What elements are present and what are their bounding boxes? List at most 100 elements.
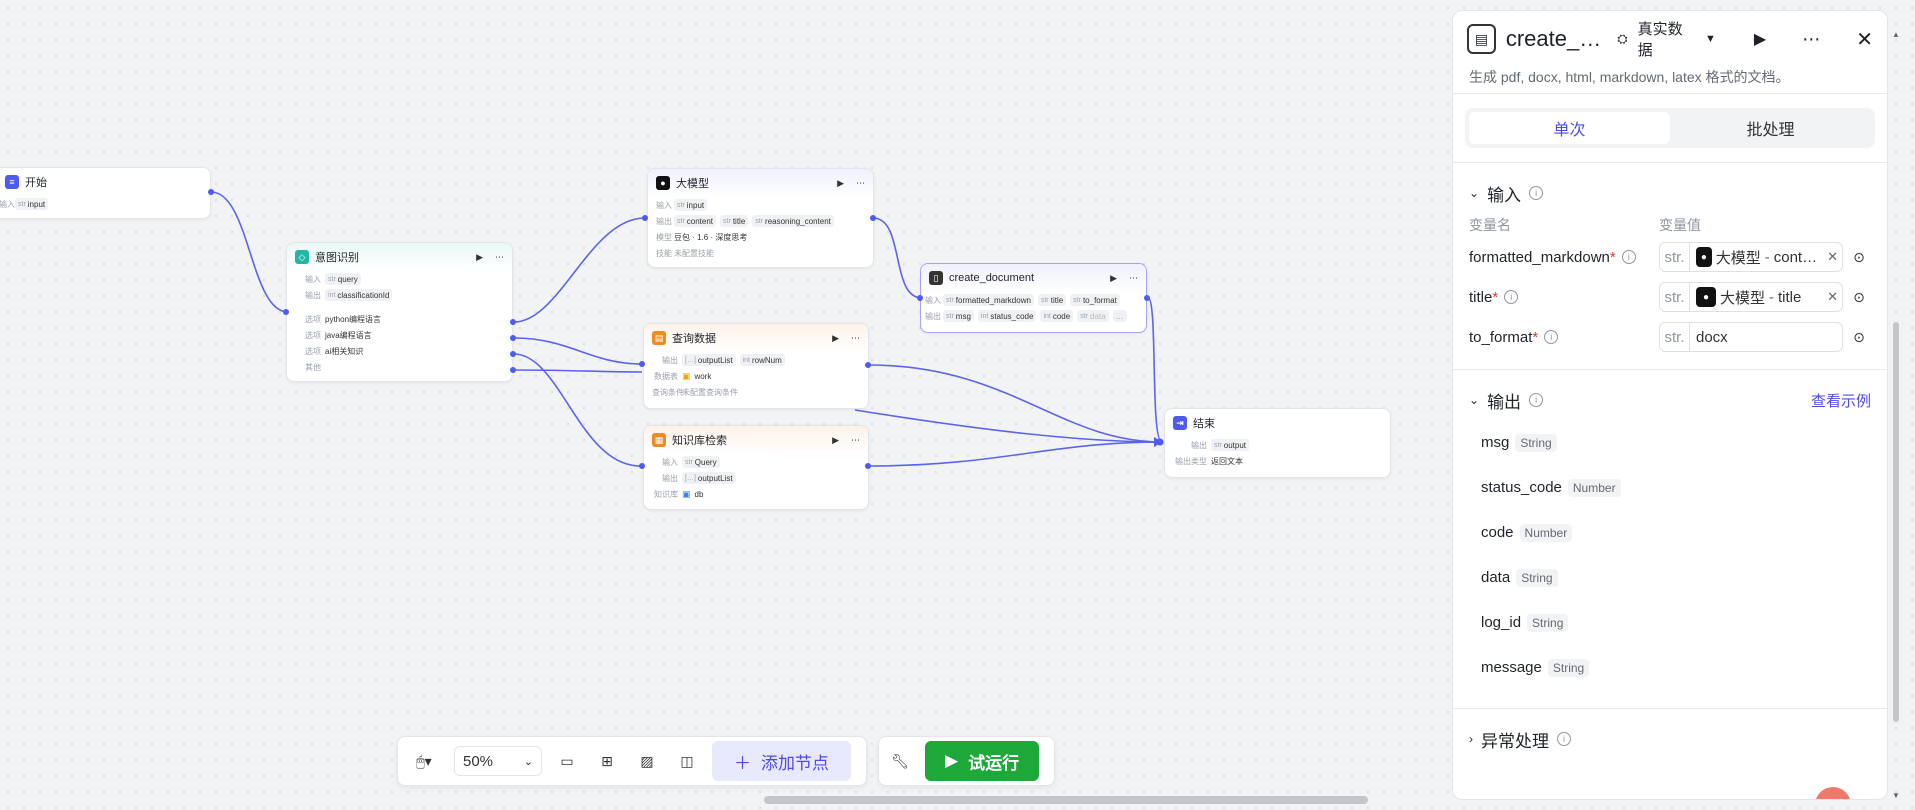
col-name: 变量名 <box>1469 217 1511 233</box>
output-type: String <box>1527 613 1569 632</box>
more-icon[interactable]: ⋯ <box>856 178 865 189</box>
play-icon: ▶ <box>945 751 959 770</box>
port-in[interactable] <box>639 463 645 469</box>
output-type: String <box>1515 433 1557 452</box>
tab-batch[interactable]: 批处理 <box>1670 112 1871 144</box>
error-section-header[interactable]: › 异常处理 i <box>1453 719 1887 759</box>
run-node-icon[interactable]: ▶ <box>832 333 839 344</box>
knowledge-icon: ▦ <box>652 433 666 447</box>
skill-value: 未配置技能 <box>674 248 714 258</box>
llm-icon: ● <box>656 176 670 190</box>
output-label: 输出 <box>1191 440 1207 450</box>
param-tag: str Query <box>682 456 720 468</box>
clear-icon[interactable]: ✕ <box>1823 289 1842 305</box>
run-node-icon[interactable]: ▶ <box>1110 273 1117 284</box>
var-value-field[interactable]: str. ● 大模型 - title ✕ <box>1659 282 1843 312</box>
more-icon[interactable]: ⋯ <box>495 252 504 263</box>
reference-chip[interactable]: ● 大模型 - cont… <box>1690 247 1823 268</box>
node-create-document[interactable]: ▯ create_document ▶ ⋯ 输入 str formatted_ma… <box>920 263 1147 333</box>
run-node-icon[interactable]: ▶ <box>832 435 839 446</box>
node-query[interactable]: ▤ 查询数据 ▶ ⋯ 输出 […] outputList int rowNum 数据… <box>643 323 869 409</box>
port-out[interactable] <box>510 367 516 373</box>
info-icon[interactable]: i <box>1504 290 1519 304</box>
port-in[interactable] <box>639 361 645 367</box>
canvas-horizontal-scrollbar[interactable] <box>764 796 1368 804</box>
run-node-icon[interactable]: ▶ <box>837 178 844 189</box>
view-example-link[interactable]: 查看示例 <box>1811 390 1871 411</box>
info-icon[interactable]: i <box>1529 393 1544 407</box>
panel-description: 生成 pdf, docx, html, markdown, latex 格式的文… <box>1469 69 1790 85</box>
port-in[interactable] <box>917 295 923 301</box>
info-icon[interactable]: i <box>1529 186 1544 200</box>
tab-single[interactable]: 单次 <box>1469 112 1670 144</box>
port-out[interactable] <box>510 351 516 357</box>
param-tag: str content <box>674 215 717 227</box>
output-name: log_id <box>1481 614 1522 631</box>
option-label: 选项 <box>305 314 321 324</box>
minimap-icon[interactable]: ◫ <box>672 746 702 776</box>
port-in[interactable] <box>642 215 648 221</box>
input-label: 输入 <box>0 199 15 209</box>
info-icon[interactable]: i <box>1621 250 1636 264</box>
target-icon[interactable]: ⊙ <box>1847 249 1871 266</box>
test-run-button[interactable]: ▶ 试运行 <box>925 741 1040 781</box>
input-row: title* i str. ● 大模型 - title ✕ ⊙ <box>1453 277 1887 317</box>
port-out[interactable] <box>510 335 516 341</box>
output-item: data String <box>1453 555 1887 600</box>
add-node-button[interactable]: ＋ 添加节点 <box>712 741 851 781</box>
info-icon[interactable]: i <box>1557 732 1571 746</box>
panel-scrollbar[interactable]: ▲ ▼ <box>1891 30 1901 800</box>
var-value-field[interactable]: str. docx <box>1659 322 1843 352</box>
input-section-header[interactable]: ⌄ 输入 i <box>1453 173 1887 213</box>
port-out[interactable] <box>865 463 871 469</box>
more-icon[interactable]: ⋯ <box>1802 29 1820 50</box>
scroll-up-icon[interactable]: ▲ <box>1892 30 1900 39</box>
port-out[interactable] <box>208 189 214 195</box>
port-out[interactable] <box>865 362 871 368</box>
wrench-icon[interactable]: 🔧︎ <box>885 746 915 776</box>
node-kb[interactable]: ▦ 知识库检索 ▶ ⋯ 输入 str Query 输出 […] outputList 知… <box>643 425 869 510</box>
add-node-label: 添加节点 <box>761 753 829 773</box>
layout-icon[interactable]: ⊞ <box>592 746 622 776</box>
var-value-field[interactable]: str. ● 大模型 - cont… ✕ <box>1659 242 1843 272</box>
run-node-icon[interactable]: ▶ <box>476 252 483 263</box>
output-type-label: 输出类型 <box>1175 456 1207 466</box>
clear-icon[interactable]: ✕ <box>1823 249 1842 265</box>
mouse-mode-icon[interactable]: 🖱︎▾ <box>404 746 444 776</box>
option-label: 选项 <box>305 330 321 340</box>
param-tag: int code <box>1040 310 1074 322</box>
more-icon[interactable]: ⋯ <box>851 333 860 344</box>
port-out[interactable] <box>870 215 876 221</box>
output-section-header[interactable]: ⌄ 输出 i 查看示例 <box>1453 380 1887 420</box>
target-icon[interactable]: ⊙ <box>1847 329 1871 346</box>
more-icon[interactable]: ⋯ <box>851 435 860 446</box>
type-label: str. <box>1660 283 1690 311</box>
condition-value: 未配置查询条件 <box>682 387 738 397</box>
close-icon[interactable]: ✕ <box>1856 27 1873 52</box>
image-icon[interactable]: ▨ <box>632 746 662 776</box>
output-item: msg String <box>1453 420 1887 465</box>
node-start[interactable]: ≡ 开始 输入 str input <box>0 167 211 219</box>
port-in[interactable] <box>283 309 289 315</box>
info-icon[interactable]: i <box>1544 330 1559 344</box>
ref-node: 大模型 <box>1715 249 1761 267</box>
assistant-avatar[interactable] <box>1815 787 1851 799</box>
var-value[interactable]: docx <box>1690 329 1842 346</box>
more-icon[interactable]: ⋯ <box>1129 273 1138 284</box>
node-title: 大模型 <box>676 178 709 190</box>
port-out[interactable] <box>1144 295 1150 301</box>
node-intent[interactable]: ◇ 意图识别 ▶ ⋯ 输入 str query 输出 int classificatio… <box>286 242 513 382</box>
node-llm[interactable]: ● 大模型 ▶ ⋯ 输入 str input 输出 str content str ti… <box>647 168 874 268</box>
port-out[interactable] <box>510 319 516 325</box>
node-title: 结束 <box>1193 418 1215 430</box>
zoom-select[interactable]: 50% ⌄ <box>454 746 542 776</box>
run-icon[interactable]: ▶ <box>1754 29 1766 49</box>
node-end[interactable]: ⇥ 结束 输出 str output 输出类型 返回文本 <box>1164 408 1391 478</box>
type-label: str. <box>1660 323 1690 351</box>
target-icon[interactable]: ⊙ <box>1847 289 1871 306</box>
scroll-down-icon[interactable]: ▼ <box>1892 791 1900 800</box>
data-mode-select[interactable]: 真实数据 <box>1638 18 1695 60</box>
comment-icon[interactable]: ▭ <box>552 746 582 776</box>
more-tag: … <box>1112 310 1127 322</box>
reference-chip[interactable]: ● 大模型 - title <box>1690 287 1823 308</box>
